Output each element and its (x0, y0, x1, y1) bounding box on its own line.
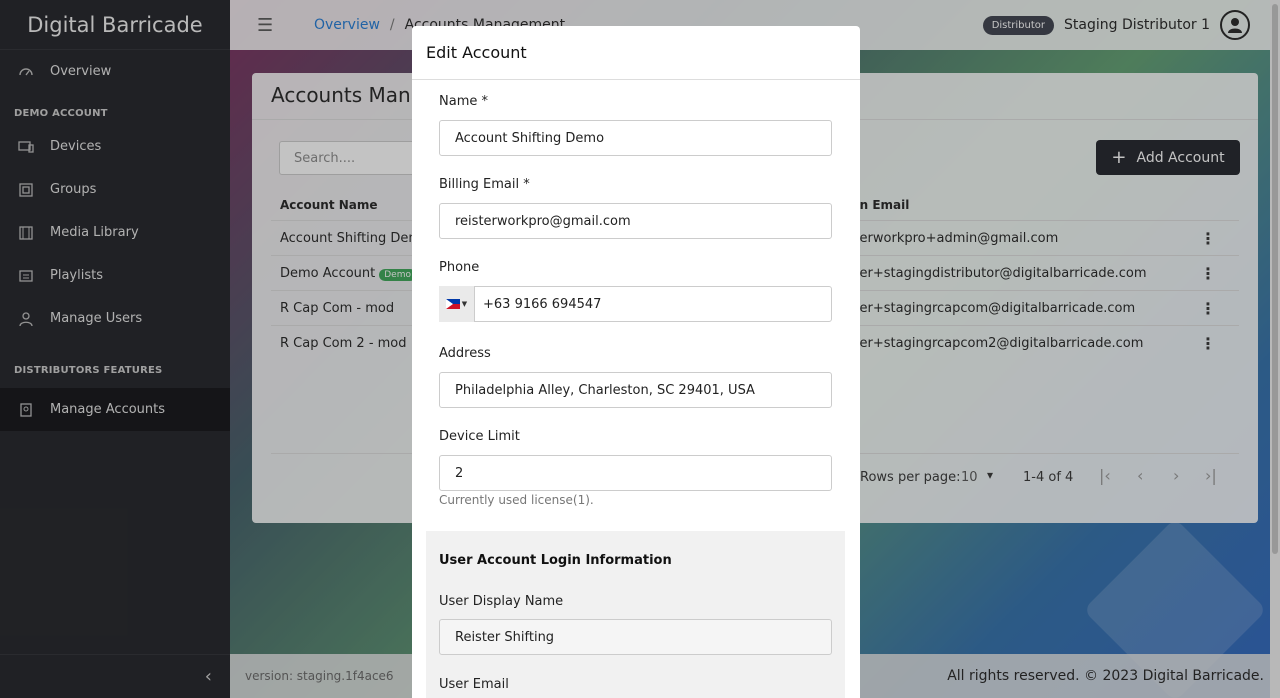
caret-down-icon: ▼ (461, 300, 468, 308)
device-limit-input[interactable]: 2 (439, 455, 832, 491)
name-input[interactable]: Account Shifting Demo (439, 120, 832, 156)
phone-field: ▼ +63 9166 694547 (439, 286, 832, 322)
name-label: Name * (439, 94, 488, 109)
login-section-title: User Account Login Information (439, 553, 672, 568)
edit-account-modal: Edit Account Name * Account Shifting Dem… (412, 26, 860, 698)
display-name-input[interactable]: Reister Shifting (439, 619, 832, 655)
modal-title: Edit Account (412, 26, 860, 80)
phone-label: Phone (439, 260, 480, 275)
address-input[interactable]: Philadelphia Alley, Charleston, SC 29401… (439, 372, 832, 408)
device-limit-label: Device Limit (439, 429, 520, 444)
device-limit-helper: Currently used license(1). (439, 493, 594, 507)
login-info-section: User Account Login Information User Disp… (426, 531, 845, 698)
user-email-label: User Email (439, 677, 509, 692)
billing-email-input[interactable]: reisterworkpro@gmail.com (439, 203, 832, 239)
billing-email-label: Billing Email * (439, 177, 530, 192)
philippines-flag-icon (445, 299, 460, 309)
country-select[interactable]: ▼ (439, 286, 475, 322)
phone-input[interactable]: +63 9166 694547 (483, 297, 601, 312)
display-name-label: User Display Name (439, 594, 564, 609)
address-label: Address (439, 346, 491, 361)
